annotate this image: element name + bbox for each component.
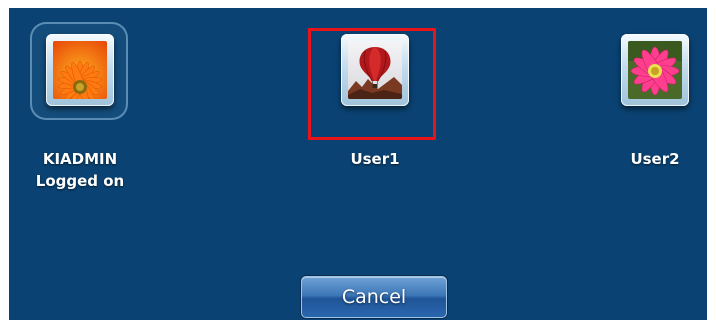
user-name-user1: User1	[350, 150, 400, 168]
user-tile-user1[interactable]	[325, 22, 425, 122]
user-name-kiadmin: KIADMIN	[42, 150, 118, 168]
user-picture-frame	[46, 34, 114, 106]
user-picture-frame	[341, 34, 409, 106]
user-tile-user2[interactable]	[605, 22, 705, 122]
user-name-user2: User2	[630, 150, 680, 168]
hot-air-balloon-icon	[348, 41, 402, 99]
cancel-button[interactable]: Cancel	[301, 276, 447, 318]
user-tile-kiadmin[interactable]	[30, 22, 130, 122]
user-picture-frame	[621, 34, 689, 106]
pink-flower-icon	[628, 41, 682, 99]
user-switch-screen: KIADMIN Logged on User1 User2 Cancel	[9, 8, 707, 320]
user-status-kiadmin: Logged on	[35, 172, 125, 190]
orange-gerbera-flower-icon	[53, 41, 107, 99]
